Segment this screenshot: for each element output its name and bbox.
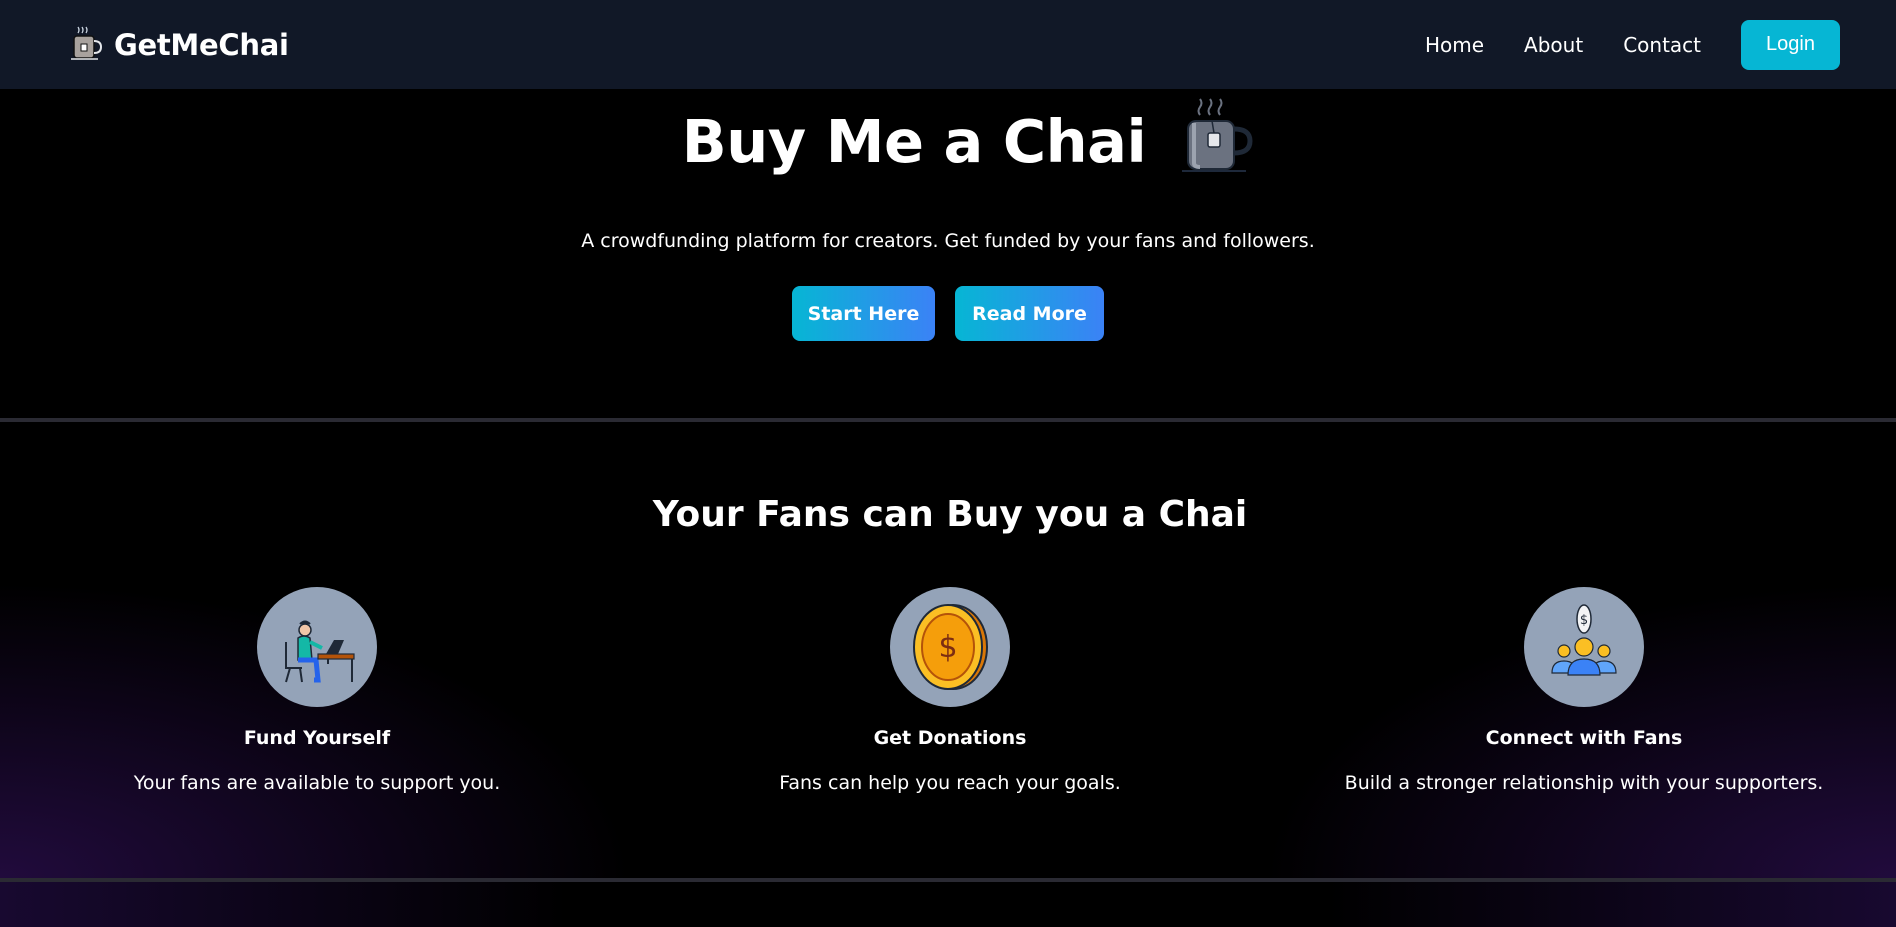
feature-title: Fund Yourself (243, 727, 391, 749)
read-more-button[interactable]: Read More (955, 286, 1104, 341)
hero-buttons: Start Here Read More (0, 286, 1896, 341)
nav-contact-link[interactable]: Contact (1623, 33, 1701, 57)
group-icon: $ (1524, 587, 1644, 707)
tea-cup-logo-icon (68, 23, 104, 67)
features-section: Your Fans can Buy you a Chai Fund Yourse… (0, 422, 1896, 878)
features-heading: Your Fans can Buy you a Chai (652, 494, 1248, 535)
nav-links: Home About Contact Login (1385, 19, 1840, 70)
start-here-button[interactable]: Start Here (792, 286, 935, 341)
hero-title: Buy Me a Chai (681, 106, 1147, 176)
feature-title: Connect with Fans (1485, 727, 1683, 749)
feature-description: Your fans are available to support you. (133, 772, 501, 794)
nav-about-link[interactable]: About (1524, 33, 1583, 57)
tea-mug-icon (1172, 93, 1258, 183)
hero-section: Buy Me a Chai A crowdfunding platform fo… (0, 89, 1896, 418)
feature-description: Build a stronger relationship with your … (1344, 772, 1824, 794)
feature-card-fund: Fund Yourself Your fans are available to… (57, 587, 577, 794)
brand-name: GetMeChai (114, 27, 289, 62)
next-section (0, 882, 1896, 927)
coin-icon: $ (890, 587, 1010, 707)
working-person-icon (257, 587, 377, 707)
navbar: GetMeChai Home About Contact Login (0, 0, 1896, 89)
feature-title: Get Donations (873, 727, 1027, 749)
feature-description: Fans can help you reach your goals. (779, 772, 1121, 794)
nav-home-link[interactable]: Home (1425, 33, 1484, 57)
brand[interactable]: GetMeChai (68, 23, 289, 67)
hero-title-row: Buy Me a Chai (0, 98, 1896, 183)
login-button[interactable]: Login (1741, 19, 1840, 70)
svg-text:$: $ (1580, 613, 1588, 628)
svg-text:$: $ (938, 630, 957, 665)
feature-card-donations: $ Get Donations Fans can help you reach … (690, 587, 1210, 794)
hero-subtitle: A crowdfunding platform for creators. Ge… (581, 230, 1315, 252)
feature-card-connect: $ Connect with Fans Build a stronger rel… (1324, 587, 1844, 794)
